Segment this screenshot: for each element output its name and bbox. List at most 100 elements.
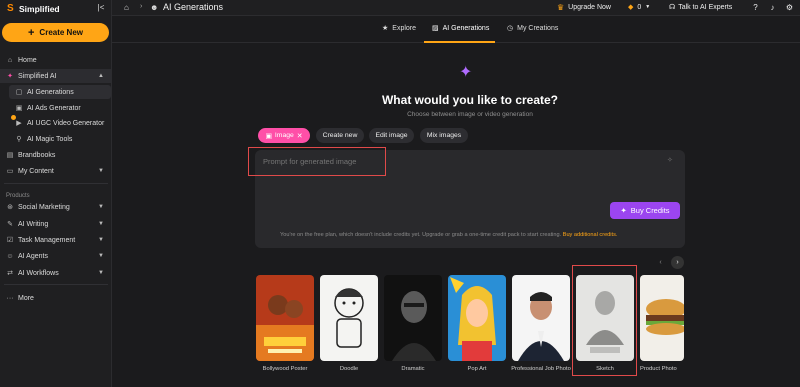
agent-icon: ☺: [6, 252, 14, 260]
sidebar-item-label: AI Agents: [18, 252, 48, 260]
tab-label: My Creations: [517, 24, 559, 32]
sidebar-item-simplified-ai[interactable]: ✦ Simplified AI ▲: [0, 69, 111, 83]
sidebar-item-label: More: [18, 294, 34, 302]
home-icon[interactable]: ⌂: [124, 3, 129, 12]
sidebar-item-ai-ads-generator[interactable]: ▣ AI Ads Generator: [9, 101, 111, 115]
dramatic-thumbnail: [384, 275, 442, 361]
sidebar-item-label: AI Magic Tools: [27, 135, 73, 143]
edit-image-chip[interactable]: Edit image: [369, 128, 414, 143]
style-card-pop-art[interactable]: [448, 275, 506, 361]
plan-notice-text: You're on the free plan, which doesn't i…: [280, 232, 562, 238]
style-card-professional-job-photo[interactable]: [512, 275, 570, 361]
tab-ai-generations[interactable]: ▨ AI Generations: [432, 24, 490, 33]
sidebar-item-brandbooks[interactable]: ▤ Brandbooks: [0, 148, 111, 162]
doodle-thumbnail: [320, 275, 378, 361]
sidebar-item-label: Task Management: [18, 236, 76, 244]
gallery-prev-button[interactable]: ‹: [654, 256, 667, 269]
chip-label: Image: [274, 132, 294, 139]
create-new-label: Create New: [39, 28, 83, 37]
sidebar-item-label: AI Workflows: [18, 269, 59, 277]
mix-images-chip[interactable]: Mix images: [420, 128, 468, 143]
style-card-dramatic[interactable]: [384, 275, 442, 361]
robot-icon: ☻: [150, 3, 159, 12]
subheadline: Choose between image or video generation: [407, 111, 533, 118]
talk-to-experts-button[interactable]: ☊ Talk to AI Experts: [669, 3, 732, 12]
credit-count: 0: [637, 3, 642, 11]
sidebar-item-ai-workflows[interactable]: ⇄ AI Workflows ▼: [0, 266, 111, 280]
style-card-bollywood-poster[interactable]: [256, 275, 314, 361]
sidebar-item-label: My Content: [18, 167, 54, 175]
tab-my-creations[interactable]: ◷ My Creations: [507, 24, 559, 33]
card-label: Professional Job Photo: [511, 366, 571, 372]
enhance-prompt-icon[interactable]: ✧: [667, 156, 673, 164]
crown-icon: ♛: [557, 3, 565, 12]
chevron-down-icon: ▼: [98, 168, 104, 174]
star-icon: ★: [382, 25, 389, 32]
create-new-button[interactable]: + Create New: [2, 23, 109, 42]
video-icon: ▶: [16, 120, 22, 127]
selection-highlight: [572, 265, 637, 376]
tab-label: AI Generations: [442, 24, 490, 32]
folder-icon: ▭: [6, 168, 14, 175]
sidebar-item-label: Home: [18, 56, 37, 64]
logo[interactable]: S Simplified: [7, 3, 107, 15]
sidebar-item-social-marketing[interactable]: ⊛ Social Marketing ▼: [0, 200, 111, 214]
share-icon: ⊛: [7, 204, 13, 211]
book-icon: ▤: [6, 152, 14, 159]
image-icon: ▣: [265, 132, 272, 140]
chip-label: Mix images: [426, 132, 462, 139]
buy-credits-label: Buy Credits: [630, 206, 670, 215]
chevron-down-icon: ▼: [645, 4, 651, 10]
card-label: Dramatic: [401, 366, 425, 372]
prompt-input[interactable]: [248, 147, 386, 176]
buy-credits-button[interactable]: ✦ Buy Credits: [610, 202, 680, 219]
sidebar-item-ai-agents[interactable]: ☺ AI Agents ▼: [0, 249, 111, 263]
sidebar-item-more[interactable]: ··· More: [0, 291, 111, 305]
help-icon[interactable]: ?: [750, 2, 761, 13]
sidebar-item-ai-magic-tools[interactable]: ⚲ AI Magic Tools: [9, 132, 111, 146]
tab-bar: ★ Explore ▨ AI Generations ◷ My Creation…: [112, 17, 800, 43]
pop-art-thumbnail: [448, 275, 506, 361]
buy-additional-credits-link[interactable]: Buy additional credits.: [563, 232, 618, 238]
image-mode-chip[interactable]: ▣ Image ✕: [258, 128, 310, 143]
credits-dropdown[interactable]: ◆ 0 ▼: [628, 3, 651, 12]
create-new-chip[interactable]: Create new: [316, 128, 364, 143]
magic-icon: ⚲: [16, 136, 22, 143]
workflow-icon: ⇄: [7, 270, 13, 277]
sparkle-plus-icon: ✦: [620, 206, 627, 215]
tab-explore[interactable]: ★ Explore: [382, 24, 417, 33]
app-name: Simplified: [19, 4, 60, 14]
chevron-down-icon: ▼: [98, 204, 104, 210]
sidebar-item-label: AI Generations: [27, 88, 74, 96]
style-card-product-photo[interactable]: [640, 275, 684, 361]
sidebar-divider: [4, 284, 108, 285]
sparkle-icon: ✦: [7, 73, 13, 80]
style-card-doodle[interactable]: [320, 275, 378, 361]
chip-label: Edit image: [375, 132, 408, 139]
sidebar-item-label: Social Marketing: [18, 203, 70, 211]
pen-icon: ✎: [7, 221, 13, 228]
headset-icon: ☊: [669, 4, 676, 11]
product-photo-thumbnail: [640, 275, 684, 361]
sidebar-item-task-management[interactable]: ☑ Task Management ▼: [0, 233, 111, 247]
gallery-next-button[interactable]: ›: [671, 256, 684, 269]
upgrade-button[interactable]: ♛ Upgrade Now: [557, 3, 611, 12]
sidebar-item-ai-writing[interactable]: ✎ AI Writing ▼: [0, 217, 111, 231]
bell-icon[interactable]: ♪: [767, 2, 778, 13]
ads-icon: ▣: [15, 105, 23, 112]
gear-icon[interactable]: ⚙: [784, 2, 795, 13]
sidebar-divider: [4, 183, 108, 184]
sidebar-item-label: AI Writing: [18, 220, 49, 228]
card-label: Bollywood Poster: [262, 366, 308, 372]
tab-label: Explore: [392, 24, 417, 32]
home-icon: ⌂: [7, 56, 13, 64]
sidebar-item-ai-generations[interactable]: ▢ AI Generations: [9, 85, 111, 99]
sidebar-item-my-content[interactable]: ▭ My Content ▼: [0, 164, 111, 178]
sidebar: S Simplified |< + Create New ⌂ Home ✦ Si…: [0, 0, 112, 387]
page-title: AI Generations: [163, 2, 224, 12]
sidebar-item-home[interactable]: ⌂ Home: [0, 53, 111, 67]
top-bar: ⌂ › ☻ AI Generations ♛ Upgrade Now ◆ 0 ▼…: [112, 0, 800, 16]
sidebar-collapse-icon[interactable]: |<: [96, 3, 106, 13]
sidebar-item-ai-ugc-video[interactable]: ▶ AI UGC Video Generator: [9, 116, 111, 130]
credit-icon: ◆: [628, 4, 634, 11]
